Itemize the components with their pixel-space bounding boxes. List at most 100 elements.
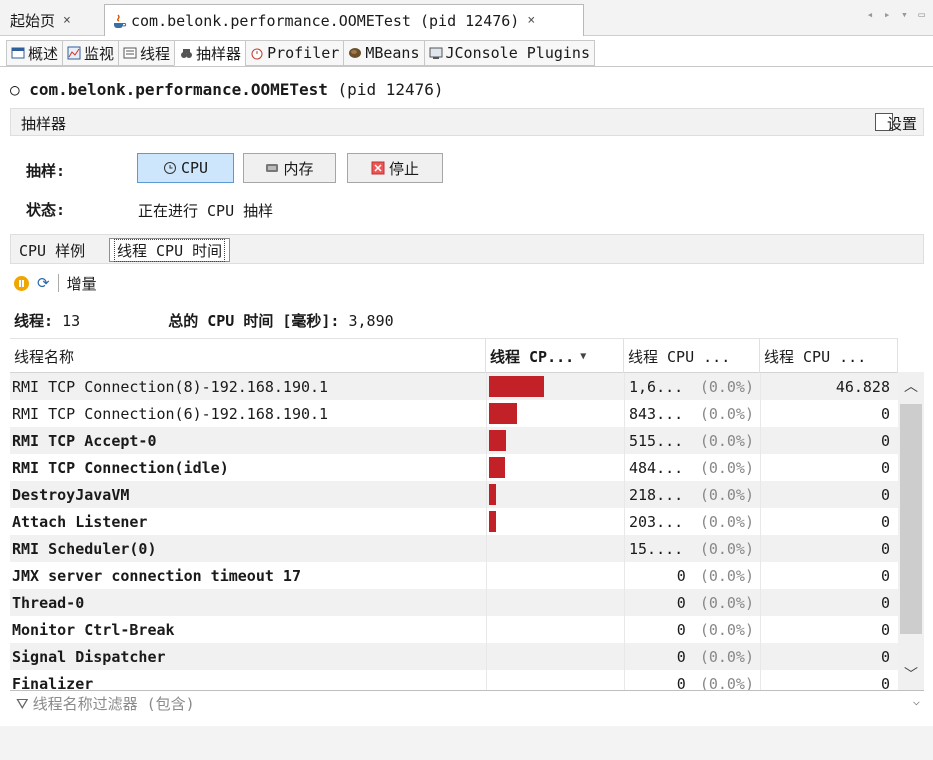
column-header-cpu-time[interactable]: 线程 CPU ... [624,339,760,373]
cpu-time-cell: 0 (0.0%) [624,616,758,643]
window-controls[interactable]: ◂ ▸ ▾ ▭ [867,8,927,21]
table-row[interactable]: JMX server connection timeout 17 0 (0.0%) 0 [10,562,898,589]
tab-profiler[interactable]: Profiler [245,40,344,66]
close-icon[interactable]: × [527,13,535,28]
scrollbar-thumb[interactable] [900,404,922,634]
column-header-cpu-total[interactable]: 线程 CPU ... [760,339,898,373]
tab-thread-cpu-time-label: 线程 CPU 时间 [114,238,226,262]
thread-name-filter[interactable]: ⛛ 线程名称过滤器 (包含) ⌵ [10,690,924,716]
cpu-time-cell: 218... (0.0%) [624,481,758,508]
refresh-icon[interactable]: ⟳ [37,274,50,292]
tab-mbeans[interactable]: MBeans [343,40,424,66]
cpu-time-cell: 0 (0.0%) [624,589,758,616]
column-header-cpu-time-label: 线程 CPU ... [628,347,731,366]
threads-count: 13 [62,312,81,330]
tab-profiler-label: Profiler [267,44,340,62]
cpu-time-cell: 515... (0.0%) [624,427,758,454]
tab-overview-label: 概述 [28,44,59,63]
total-cpu-value: 3,890 [348,312,394,330]
app-pid: (pid 12476) [337,80,444,99]
cpu-total-cell: 0 [760,562,894,589]
cpu-total-cell: 0 [760,535,894,562]
pause-icon[interactable] [14,275,29,291]
cpu-share-cell [486,589,620,616]
table-row[interactable]: RMI TCP Connection(idle) 484... (0.0%) 0 [10,454,898,481]
tab-application[interactable]: com.belonk.performance.OOMETest (pid 124… [104,4,584,36]
filter-dropdown-icon[interactable]: ⌵ [913,694,920,708]
cpu-time-percent: (0.0%) [699,674,754,691]
tab-sampler-label: 抽样器 [196,44,242,63]
cpu-time-cell: 0 (0.0%) [624,562,758,589]
cpu-total-cell: 46.828 [760,373,894,400]
chevron-up-icon[interactable]: ︿ [898,376,924,396]
sub-tab-bar: 概述 监视 线程 抽样器 Profiler MBeans JConsole Pl… [6,40,595,66]
thread-cpu-table: 线程名称 线程 CP... ▼ 线程 CPU ... 线程 CPU ... RM… [10,338,898,690]
cpu-time-value: 0 [676,620,686,639]
tab-sampler[interactable]: 抽样器 [174,40,246,66]
toolbar: ⟳ 增量 [10,270,97,296]
delta-toggle[interactable]: 增量 [67,273,97,294]
table-row[interactable]: Monitor Ctrl-Break 0 (0.0%) 0 [10,616,898,643]
thread-name-cell: Signal Dispatcher [12,647,166,666]
cpu-share-cell [486,670,620,690]
beans-icon [348,46,362,60]
cpu-total-cell: 0 [760,616,894,643]
thread-name-cell: RMI Scheduler(0) [12,539,157,558]
cpu-share-bar [489,430,506,451]
table-row[interactable]: RMI TCP Connection(6)-192.168.190.1 843..… [10,400,898,427]
table-row[interactable]: Thread-0 0 (0.0%) 0 [10,589,898,616]
threads-icon [123,46,137,60]
thread-name-cell: JMX server connection timeout 17 [12,566,301,585]
cpu-time-percent: (0.0%) [699,431,754,450]
table-row[interactable]: Attach Listener 203... (0.0%) 0 [10,508,898,535]
thread-name-cell: Attach Listener [12,512,148,531]
cpu-total-cell: 0 [760,508,894,535]
cpu-time-cell: 1,6... (0.0%) [624,373,758,400]
table-row[interactable]: RMI TCP Accept-0 515... (0.0%) 0 [10,427,898,454]
tab-monitor[interactable]: 监视 [62,40,119,66]
cpu-time-value: 15.... [629,539,684,558]
table-row[interactable]: RMI TCP Connection(8)-192.168.190.1 1,6..… [10,373,898,400]
settings-label: 设置 [886,115,917,133]
memory-sample-button[interactable]: 内存 [243,153,336,183]
cpu-time-value: 484... [629,458,684,477]
total-cpu-label: 总的 CPU 时间 [毫秒]: [168,312,340,330]
cpu-share-cell [486,535,620,562]
tab-start-page[interactable]: 起始页 × [4,4,104,36]
tab-overview[interactable]: 概述 [6,40,63,66]
cpu-time-cell: 203... (0.0%) [624,508,758,535]
cpu-time-percent: (0.0%) [699,377,754,396]
tab-cpu-samples-label: CPU 样例 [19,241,86,260]
close-icon[interactable]: × [63,13,71,28]
toolbar-separator [57,274,59,292]
page-title: ○ com.belonk.performance.OOMETest (pid 1… [10,80,444,99]
thread-name-cell: RMI TCP Connection(idle) [12,458,229,477]
cpu-share-bar [489,511,496,532]
tab-jconsole-plugins[interactable]: JConsole Plugins [423,40,595,66]
tab-threads-label: 线程 [140,44,171,63]
table-row[interactable]: DestroyJavaVM 218... (0.0%) 0 [10,481,898,508]
cpu-total-cell: 0 [760,670,894,690]
stop-button-label: 停止 [388,159,419,178]
cpu-time-percent: (0.0%) [699,404,754,423]
cpu-time-percent: (0.0%) [699,458,754,477]
tab-threads[interactable]: 线程 [118,40,175,66]
cpu-share-bar [489,484,496,505]
cpu-sample-button[interactable]: CPU [137,153,234,183]
tab-jconsole-plugins-label: JConsole Plugins [445,44,591,62]
table-row[interactable]: RMI Scheduler(0) 15.... (0.0%) 0 [10,535,898,562]
status-bar [0,726,933,760]
cpu-time-percent: (0.0%) [699,620,754,639]
sampler-title: 抽样器 [21,115,67,133]
status-label: 状态: [26,201,66,219]
memory-button-label: 内存 [283,159,314,178]
chevron-down-icon[interactable]: ﹀ [898,664,924,684]
stopwatch-icon [250,46,264,60]
column-header-cpu-percent[interactable]: 线程 CP... ▼ [486,339,624,373]
stop-button[interactable]: 停止 [347,153,443,183]
column-header-thread-name[interactable]: 线程名称 [10,339,486,373]
tab-thread-cpu-time[interactable]: 线程 CPU 时间 [109,238,231,262]
table-row[interactable]: Finalizer 0 (0.0%) 0 [10,670,898,690]
tab-cpu-samples[interactable]: CPU 样例 [15,238,89,262]
table-row[interactable]: Signal Dispatcher 0 (0.0%) 0 [10,643,898,670]
